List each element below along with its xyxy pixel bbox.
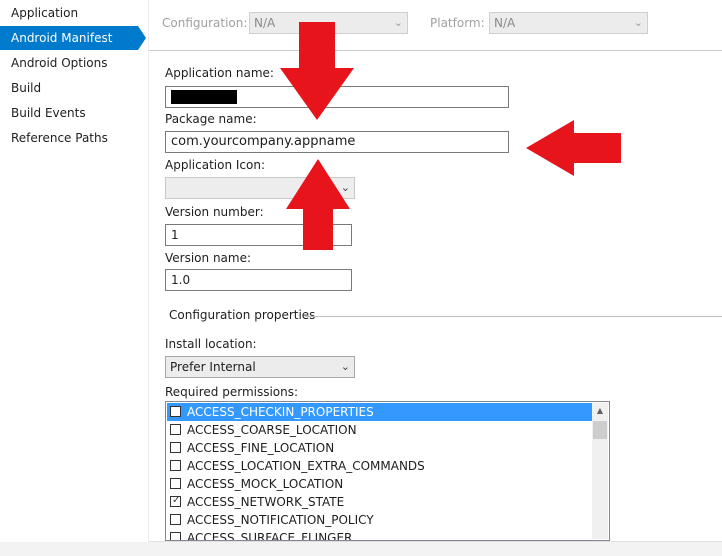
app-icon-label: Application Icon: xyxy=(165,158,265,172)
list-item[interactable]: ACCESS_SURFACE_FLINGER xyxy=(167,529,592,541)
platform-label: Platform: xyxy=(430,16,485,30)
permission-name: ACCESS_MOCK_LOCATION xyxy=(187,477,344,491)
list-item[interactable]: ACCESS_COARSE_LOCATION xyxy=(167,421,592,439)
sidebar-item-android-manifest[interactable]: Android Manifest xyxy=(0,26,146,50)
install-location-label: Install location: xyxy=(165,337,257,351)
version-name-label: Version name: xyxy=(165,251,252,265)
app-name-label: Application name: xyxy=(165,66,274,80)
chevron-down-icon: ⌄ xyxy=(340,360,350,373)
permissions-list[interactable]: ACCESS_CHECKIN_PROPERTIES ACCESS_COARSE_… xyxy=(165,401,610,541)
scroll-up-icon[interactable]: ▲ xyxy=(592,403,608,419)
permission-name: ACCESS_FINE_LOCATION xyxy=(187,441,335,455)
check-icon: ✓ xyxy=(172,495,181,506)
scrollbar[interactable]: ▲ xyxy=(592,403,608,539)
package-name-value: com.yourcompany.appname xyxy=(171,134,356,149)
checkbox[interactable] xyxy=(170,532,181,540)
arrow-left-icon xyxy=(526,120,621,176)
platform-select[interactable]: N/A ⌄ xyxy=(489,12,648,34)
list-item[interactable]: ACCESS_NOTIFICATION_POLICY xyxy=(167,511,592,529)
checkbox[interactable] xyxy=(170,478,181,489)
list-item[interactable]: ACCESS_FINE_LOCATION xyxy=(167,439,592,457)
version-name-value: 1.0 xyxy=(171,273,191,287)
chevron-down-icon: ⌄ xyxy=(633,16,643,29)
sidebar-item-android-options[interactable]: Android Options xyxy=(0,51,138,75)
scroll-thumb[interactable] xyxy=(593,421,607,439)
list-item[interactable]: ACCESS_CHECKIN_PROPERTIES xyxy=(167,403,592,421)
sidebar-divider xyxy=(148,0,149,556)
sidebar-item-label: Build xyxy=(11,81,42,95)
configuration-label: Configuration: xyxy=(162,16,248,30)
permission-name: ACCESS_SURFACE_FLINGER xyxy=(187,531,353,541)
section-divider xyxy=(305,316,722,317)
checkbox[interactable] xyxy=(170,442,181,453)
sidebar-item-label: Reference Paths xyxy=(11,131,108,145)
sidebar-item-label: Application xyxy=(11,6,79,20)
arrow-up-icon xyxy=(286,159,350,250)
sidebar-item-build[interactable]: Build xyxy=(0,76,138,100)
version-name-input[interactable]: 1.0 xyxy=(165,269,352,291)
package-name-input[interactable]: com.yourcompany.appname xyxy=(165,131,509,153)
sidebar-item-reference-paths[interactable]: Reference Paths xyxy=(0,126,138,150)
checkbox[interactable]: ✓ xyxy=(170,495,181,507)
permission-name: ACCESS_LOCATION_EXTRA_COMMANDS xyxy=(187,459,425,473)
permission-name: ACCESS_NETWORK_STATE xyxy=(187,495,345,509)
sidebar-item-build-events[interactable]: Build Events xyxy=(0,101,138,125)
chevron-down-icon: ⌄ xyxy=(393,16,403,29)
install-location-value: Prefer Internal xyxy=(170,360,256,374)
version-number-value: 1 xyxy=(171,228,179,242)
list-item[interactable]: ACCESS_MOCK_LOCATION xyxy=(167,475,592,493)
checkbox[interactable] xyxy=(170,514,181,525)
arrow-down-icon xyxy=(280,22,354,120)
sidebar-item-application[interactable]: Application xyxy=(0,1,138,25)
redaction-bar xyxy=(171,90,237,104)
checkbox[interactable] xyxy=(170,406,181,417)
header-divider xyxy=(149,50,722,51)
platform-value: N/A xyxy=(494,16,516,30)
active-indicator xyxy=(138,26,146,50)
checkbox[interactable] xyxy=(170,424,181,435)
configuration-value: N/A xyxy=(254,16,276,30)
status-band xyxy=(0,542,722,556)
package-name-label: Package name: xyxy=(165,112,257,126)
sidebar: Application Android Manifest Android Opt… xyxy=(0,0,148,556)
list-item[interactable]: ✓ ACCESS_NETWORK_STATE xyxy=(167,493,592,511)
checkbox[interactable] xyxy=(170,460,181,471)
permission-name: ACCESS_NOTIFICATION_POLICY xyxy=(187,513,374,527)
permissions-label: Required permissions: xyxy=(165,385,299,399)
permission-name: ACCESS_CHECKIN_PROPERTIES xyxy=(187,405,374,419)
permission-name: ACCESS_COARSE_LOCATION xyxy=(187,423,357,437)
list-item[interactable]: ACCESS_LOCATION_EXTRA_COMMANDS xyxy=(167,457,592,475)
sidebar-item-label: Build Events xyxy=(11,106,86,120)
version-number-label: Version number: xyxy=(165,205,264,219)
install-location-select[interactable]: Prefer Internal ⌄ xyxy=(165,356,355,378)
sidebar-item-label: Android Options xyxy=(11,56,108,70)
section-title: Configuration properties xyxy=(169,308,316,322)
sidebar-item-label: Android Manifest xyxy=(11,31,113,45)
